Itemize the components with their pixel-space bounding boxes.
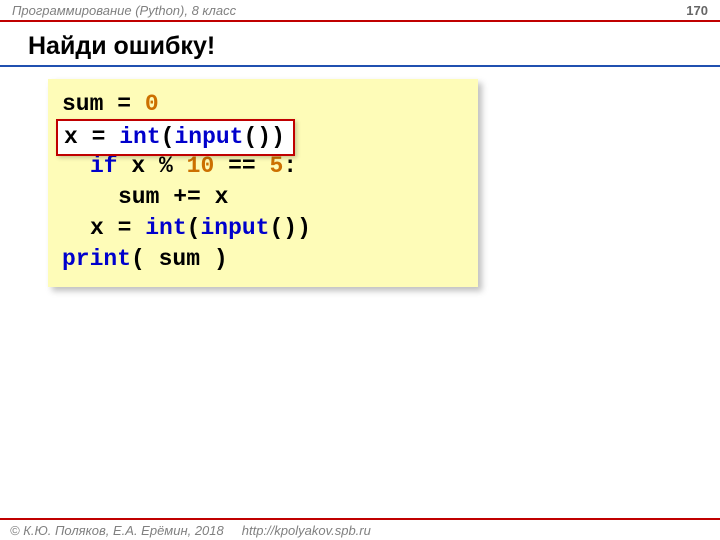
token-input: input xyxy=(174,124,243,150)
token-zero: 0 xyxy=(145,91,159,117)
page-number: 170 xyxy=(686,3,708,18)
token-paren: ()) xyxy=(269,215,310,241)
footer-url: http://kpolyakov.spb.ru xyxy=(242,523,371,538)
token-x: x xyxy=(131,153,145,179)
token-eq: = xyxy=(104,215,145,241)
token-int: int xyxy=(145,215,186,241)
token-mod: % xyxy=(145,153,186,179)
code-block: sum = 0 if x % 10 == 5: sum += x x = int… xyxy=(48,79,478,287)
token-int: int xyxy=(119,124,160,150)
token-x: x xyxy=(90,215,104,241)
token-if: if xyxy=(90,153,118,179)
token-paren: ( xyxy=(161,124,175,150)
token-print: print xyxy=(62,246,131,272)
token-sum: sum xyxy=(118,184,159,210)
token-sum: sum xyxy=(62,91,103,117)
token-eqeq: == xyxy=(214,153,269,179)
copyright-label: © К.Ю. Поляков, Е.А. Ерёмин, 2018 xyxy=(10,523,224,538)
token-paren: ( xyxy=(187,215,201,241)
correction-overlay: x = int(input()) xyxy=(56,119,295,156)
token-eq: = xyxy=(78,124,119,150)
token-paren: ()) xyxy=(243,124,284,150)
token-eq: = xyxy=(103,91,144,117)
token-five: 5 xyxy=(269,153,283,179)
token-x: x xyxy=(215,184,229,210)
code-line-5: x = int(input()) xyxy=(62,213,464,244)
token-pluseq: += xyxy=(159,184,214,210)
footer-bar: © К.Ю. Поляков, Е.А. Ерёмин, 2018 http:/… xyxy=(0,518,720,540)
token-paren: ) xyxy=(200,246,228,272)
code-line-1: sum = 0 xyxy=(62,89,464,120)
token-sum: sum xyxy=(159,246,200,272)
token-colon: : xyxy=(283,153,297,179)
course-label: Программирование (Python), 8 класс xyxy=(12,3,236,18)
slide-title: Найди ошибку! xyxy=(0,22,720,67)
token-input: input xyxy=(200,215,269,241)
token-paren: ( xyxy=(131,246,159,272)
token-x: x xyxy=(64,124,78,150)
header-bar: Программирование (Python), 8 класс 170 xyxy=(0,0,720,22)
code-line-4: sum += x xyxy=(62,182,464,213)
token-ten: 10 xyxy=(187,153,215,179)
code-line-6: print( sum ) xyxy=(62,244,464,275)
